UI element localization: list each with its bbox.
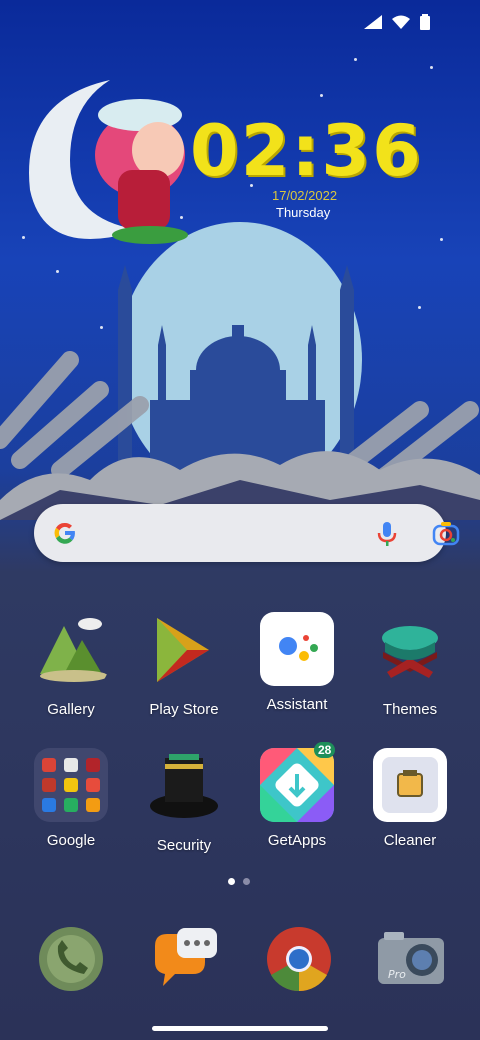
app-gallery[interactable]: Gallery xyxy=(16,612,126,718)
app-themes[interactable]: Themes xyxy=(355,612,465,718)
google-g-icon xyxy=(54,522,75,544)
wifi-icon xyxy=(392,15,410,29)
app-label: Google xyxy=(46,832,96,849)
getapps-badge: 28 xyxy=(314,742,336,758)
gallery-icon xyxy=(40,618,108,682)
assistant-icon xyxy=(260,612,334,686)
app-assistant[interactable]: Assistant xyxy=(242,612,352,713)
phone-icon[interactable] xyxy=(34,922,108,996)
app-label: Play Store xyxy=(149,701,219,718)
app-cleaner[interactable]: Cleaner xyxy=(355,748,465,849)
signal-icon xyxy=(364,15,382,29)
app-label: Assistant xyxy=(266,696,328,713)
app-google-folder[interactable]: Google xyxy=(16,748,126,849)
messages-icon[interactable] xyxy=(149,922,223,996)
clock-date: 17/02/2022 xyxy=(272,188,338,203)
chrome-icon[interactable] xyxy=(262,922,336,996)
app-label: GetApps xyxy=(267,832,327,849)
lens-icon[interactable] xyxy=(432,520,460,548)
app-getapps[interactable]: 28 GetApps xyxy=(242,742,352,849)
gesture-nav-bar[interactable] xyxy=(152,1026,328,1031)
clock-day: Thursday xyxy=(276,205,331,220)
battery-icon xyxy=(420,14,430,30)
getapps-icon xyxy=(260,748,334,822)
app-label: Security xyxy=(156,837,212,854)
app-label: Cleaner xyxy=(383,832,437,849)
page-dot xyxy=(243,878,250,885)
app-label: Gallery xyxy=(47,701,95,718)
status-bar xyxy=(364,14,430,30)
app-security[interactable]: Security xyxy=(129,748,239,854)
mic-icon[interactable] xyxy=(376,520,398,548)
svg-text:Pro: Pro xyxy=(388,968,406,981)
clock-time[interactable]: 02:36 xyxy=(190,110,423,192)
camera-icon[interactable]: Pro xyxy=(374,922,448,996)
play-store-icon xyxy=(157,618,209,682)
google-folder-icon xyxy=(34,748,108,822)
app-label: Themes xyxy=(382,701,438,718)
page-indicator xyxy=(228,878,250,885)
themes-icon xyxy=(382,626,438,678)
security-icon xyxy=(150,754,218,818)
cleaner-icon xyxy=(373,748,447,822)
page-dot-active xyxy=(228,878,235,885)
google-search-bar[interactable] xyxy=(34,504,460,562)
app-play-store[interactable]: Play Store xyxy=(129,612,239,718)
